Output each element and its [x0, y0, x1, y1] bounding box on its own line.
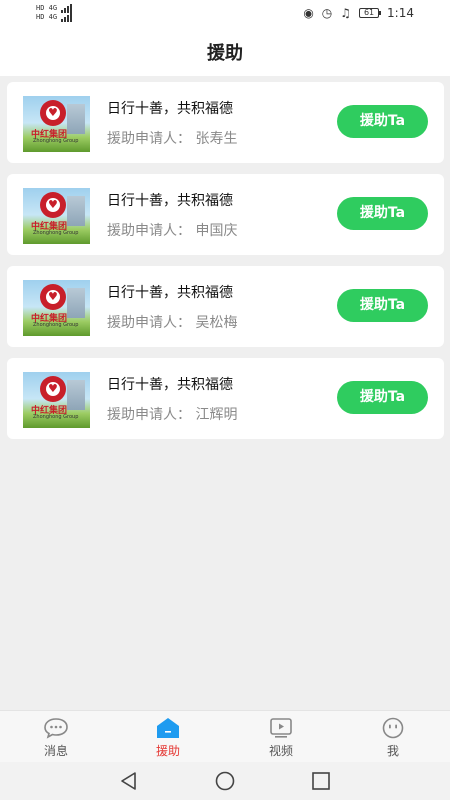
signal-icon	[61, 4, 73, 13]
battery-icon: 61	[359, 8, 382, 18]
eye-icon: ◉	[303, 6, 314, 20]
tab-label-aid: 援助	[155, 744, 180, 758]
brand-name-en: Zhonghong Group	[33, 230, 79, 236]
help-button[interactable]: 援助Ta	[337, 197, 428, 230]
tab-label-video: 视频	[268, 744, 293, 758]
profile-icon	[382, 717, 404, 739]
tab-messages[interactable]: 消息	[26, 717, 86, 759]
tab-aid[interactable]: 援助	[138, 717, 198, 759]
building-image	[67, 104, 85, 134]
item-applicant: 援助申请人： 吴松梅	[107, 315, 238, 331]
alarm-icon: ◷	[321, 6, 333, 20]
network-label-2: HD 4G	[36, 13, 58, 21]
item-applicant: 援助申请人： 张寿生	[107, 131, 238, 147]
brand-logo-icon	[40, 192, 66, 218]
list-item[interactable]: 中红集团 Zhonghong Group 日行十善，共积福德 援助申请人： 张寿…	[7, 82, 444, 163]
status-bar: HD 4G HD 4G ◉ ◷ ♫ 61 1:14	[0, 0, 450, 28]
item-applicant: 援助申请人： 江辉明	[107, 407, 238, 423]
page-title: 援助	[207, 43, 243, 64]
building-image	[67, 380, 85, 410]
help-button[interactable]: 援助Ta	[337, 381, 428, 414]
signal-icon	[61, 13, 73, 22]
home-icon	[157, 718, 179, 738]
app-header: 援助	[0, 28, 450, 76]
brand-name-en: Zhonghong Group	[33, 414, 79, 420]
recents-icon[interactable]	[309, 770, 333, 792]
list-item[interactable]: 中红集团 Zhonghong Group 日行十善，共积福德 援助申请人： 江辉…	[7, 358, 444, 439]
tab-label-messages: 消息	[43, 744, 68, 758]
item-thumbnail: 中红集团 Zhonghong Group	[23, 188, 90, 244]
help-button[interactable]: 援助Ta	[337, 105, 428, 138]
brand-logo-icon	[40, 376, 66, 402]
status-icons: ◉ ◷ ♫ 61 1:14	[303, 6, 414, 20]
back-icon[interactable]	[117, 770, 141, 792]
brand-logo-icon	[40, 284, 66, 310]
list-item[interactable]: 中红集团 Zhonghong Group 日行十善，共积福德 援助申请人： 申国…	[7, 174, 444, 255]
item-applicant: 援助申请人： 申国庆	[107, 223, 238, 239]
brand-logo-icon	[40, 100, 66, 126]
help-button[interactable]: 援助Ta	[337, 289, 428, 322]
item-title: 日行十善，共积福德	[107, 285, 233, 301]
video-icon	[270, 718, 292, 738]
item-title: 日行十善，共积福德	[107, 101, 233, 117]
bottom-tab-bar: 消息 援助 视频 我	[0, 710, 450, 762]
building-image	[67, 196, 85, 226]
mute-icon: ♫	[340, 6, 352, 20]
network-label-1: HD 4G	[36, 4, 58, 12]
item-thumbnail: 中红集团 Zhonghong Group	[23, 280, 90, 336]
brand-name-en: Zhonghong Group	[33, 138, 79, 144]
item-thumbnail: 中红集团 Zhonghong Group	[23, 372, 90, 428]
tab-profile[interactable]: 我	[363, 717, 423, 759]
clock-time: 1:14	[387, 6, 414, 20]
list-item[interactable]: 中红集团 Zhonghong Group 日行十善，共积福德 援助申请人： 吴松…	[7, 266, 444, 347]
brand-name-en: Zhonghong Group	[33, 322, 79, 328]
building-image	[67, 288, 85, 318]
item-title: 日行十善，共积福德	[107, 377, 233, 393]
tab-label-profile: 我	[386, 744, 399, 758]
message-icon	[44, 718, 68, 739]
home-button-icon[interactable]	[213, 770, 237, 792]
tab-video[interactable]: 视频	[251, 717, 311, 759]
item-title: 日行十善，共积福德	[107, 193, 233, 209]
signal-indicators: HD 4G HD 4G	[36, 4, 73, 22]
item-thumbnail: 中红集团 Zhonghong Group	[23, 96, 90, 152]
system-nav-bar	[0, 762, 450, 800]
